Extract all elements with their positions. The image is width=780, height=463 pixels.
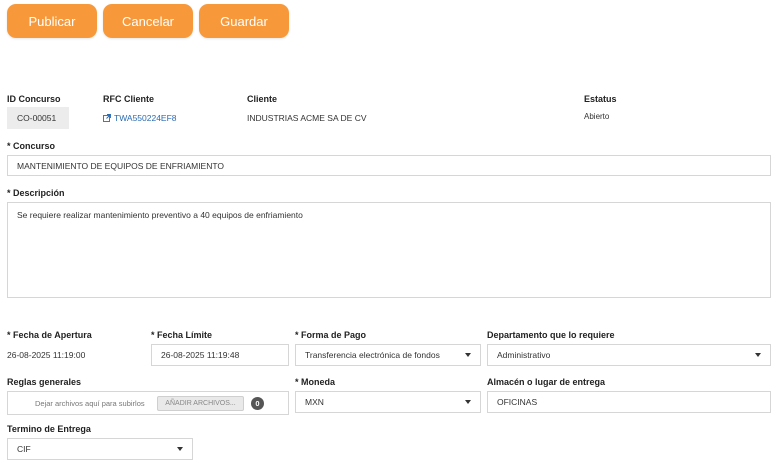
fecha-limite-label: * Fecha Límite — [151, 330, 212, 340]
id-concurso-value: CO-00051 — [17, 113, 57, 123]
fecha-limite-value: 26-08-2025 11:19:48 — [161, 350, 240, 360]
publish-button[interactable]: Publicar — [7, 4, 97, 38]
fecha-apertura-value: 26-08-2025 11:19:00 — [7, 350, 86, 360]
almacen-value: OFICINAS — [497, 397, 538, 407]
required-mark: * — [7, 188, 11, 198]
chevron-down-icon — [177, 447, 183, 451]
id-concurso-label: ID Concurso — [7, 94, 61, 104]
concurso-label-text: Concurso — [13, 141, 56, 151]
add-files-button[interactable]: AÑADIR ARCHIVOS... — [157, 396, 244, 411]
moneda-value: MXN — [305, 397, 324, 407]
moneda-label: * Moneda — [295, 377, 335, 387]
descripcion-value: Se requiere realizar mantenimiento preve… — [17, 210, 303, 220]
forma-pago-select[interactable]: Transferencia electrónica de fondos — [295, 344, 481, 366]
moneda-select[interactable]: MXN — [295, 391, 481, 413]
required-mark: * — [295, 377, 299, 387]
concurso-input[interactable]: MANTENIMIENTO DE EQUIPOS DE ENFRIAMIENTO — [7, 155, 771, 176]
fecha-limite-input[interactable]: 26-08-2025 11:19:48 — [151, 344, 289, 366]
cancel-button[interactable]: Cancelar — [103, 4, 193, 38]
required-mark: * — [7, 141, 11, 151]
upload-hint: Dejar archivos aquí para subirlos — [35, 399, 145, 408]
departamento-value: Administrativo — [497, 350, 551, 360]
forma-pago-label-text: Forma de Pago — [301, 330, 367, 340]
rfc-cliente-label: RFC Cliente — [103, 94, 155, 104]
required-mark: * — [295, 330, 299, 340]
almacen-input[interactable]: OFICINAS — [487, 391, 771, 413]
concurso-value: MANTENIMIENTO DE EQUIPOS DE ENFRIAMIENTO — [17, 160, 225, 171]
termino-label: Termino de Entrega — [7, 424, 91, 434]
fecha-apertura-label: * Fecha de Apertura — [7, 330, 92, 340]
required-mark: * — [151, 330, 155, 340]
cliente-value: INDUSTRIAS ACME SA DE CV — [247, 113, 367, 123]
termino-select[interactable]: CIF — [7, 438, 193, 460]
concurso-label: * Concurso — [7, 141, 55, 151]
descripcion-label-text: Descripción — [13, 188, 65, 198]
almacen-label: Almacén o lugar de entrega — [487, 377, 606, 387]
forma-pago-label: * Forma de Pago — [295, 330, 366, 340]
reglas-upload-dropzone[interactable]: Dejar archivos aquí para subirlos AÑADIR… — [7, 391, 289, 415]
file-count-badge: 0 — [251, 397, 264, 410]
chevron-down-icon — [465, 353, 471, 357]
departamento-label: Departamento que lo requiere — [487, 330, 615, 340]
save-button[interactable]: Guardar — [199, 4, 289, 38]
departamento-select[interactable]: Administrativo — [487, 344, 771, 366]
termino-value: CIF — [17, 444, 31, 454]
reglas-label: Reglas generales — [7, 377, 82, 387]
fecha-apertura-label-text: Fecha de Apertura — [13, 330, 92, 340]
estatus-label: Estatus — [584, 94, 617, 104]
moneda-label-text: Moneda — [301, 377, 336, 387]
chevron-down-icon — [755, 353, 761, 357]
descripcion-label: * Descripción — [7, 188, 65, 198]
chevron-down-icon — [465, 400, 471, 404]
rfc-cliente-value: TWA550224EF8 — [114, 113, 177, 123]
id-concurso-field: CO-00051 — [7, 107, 69, 129]
fecha-limite-label-text: Fecha Límite — [157, 330, 213, 340]
estatus-value: Abierto — [584, 112, 610, 121]
external-link-icon — [103, 114, 111, 122]
required-mark: * — [7, 330, 11, 340]
cliente-label: Cliente — [247, 94, 278, 104]
descripcion-textarea[interactable]: Se requiere realizar mantenimiento preve… — [7, 202, 771, 298]
forma-pago-value: Transferencia electrónica de fondos — [305, 350, 440, 360]
rfc-cliente-link[interactable]: TWA550224EF8 — [103, 113, 177, 123]
